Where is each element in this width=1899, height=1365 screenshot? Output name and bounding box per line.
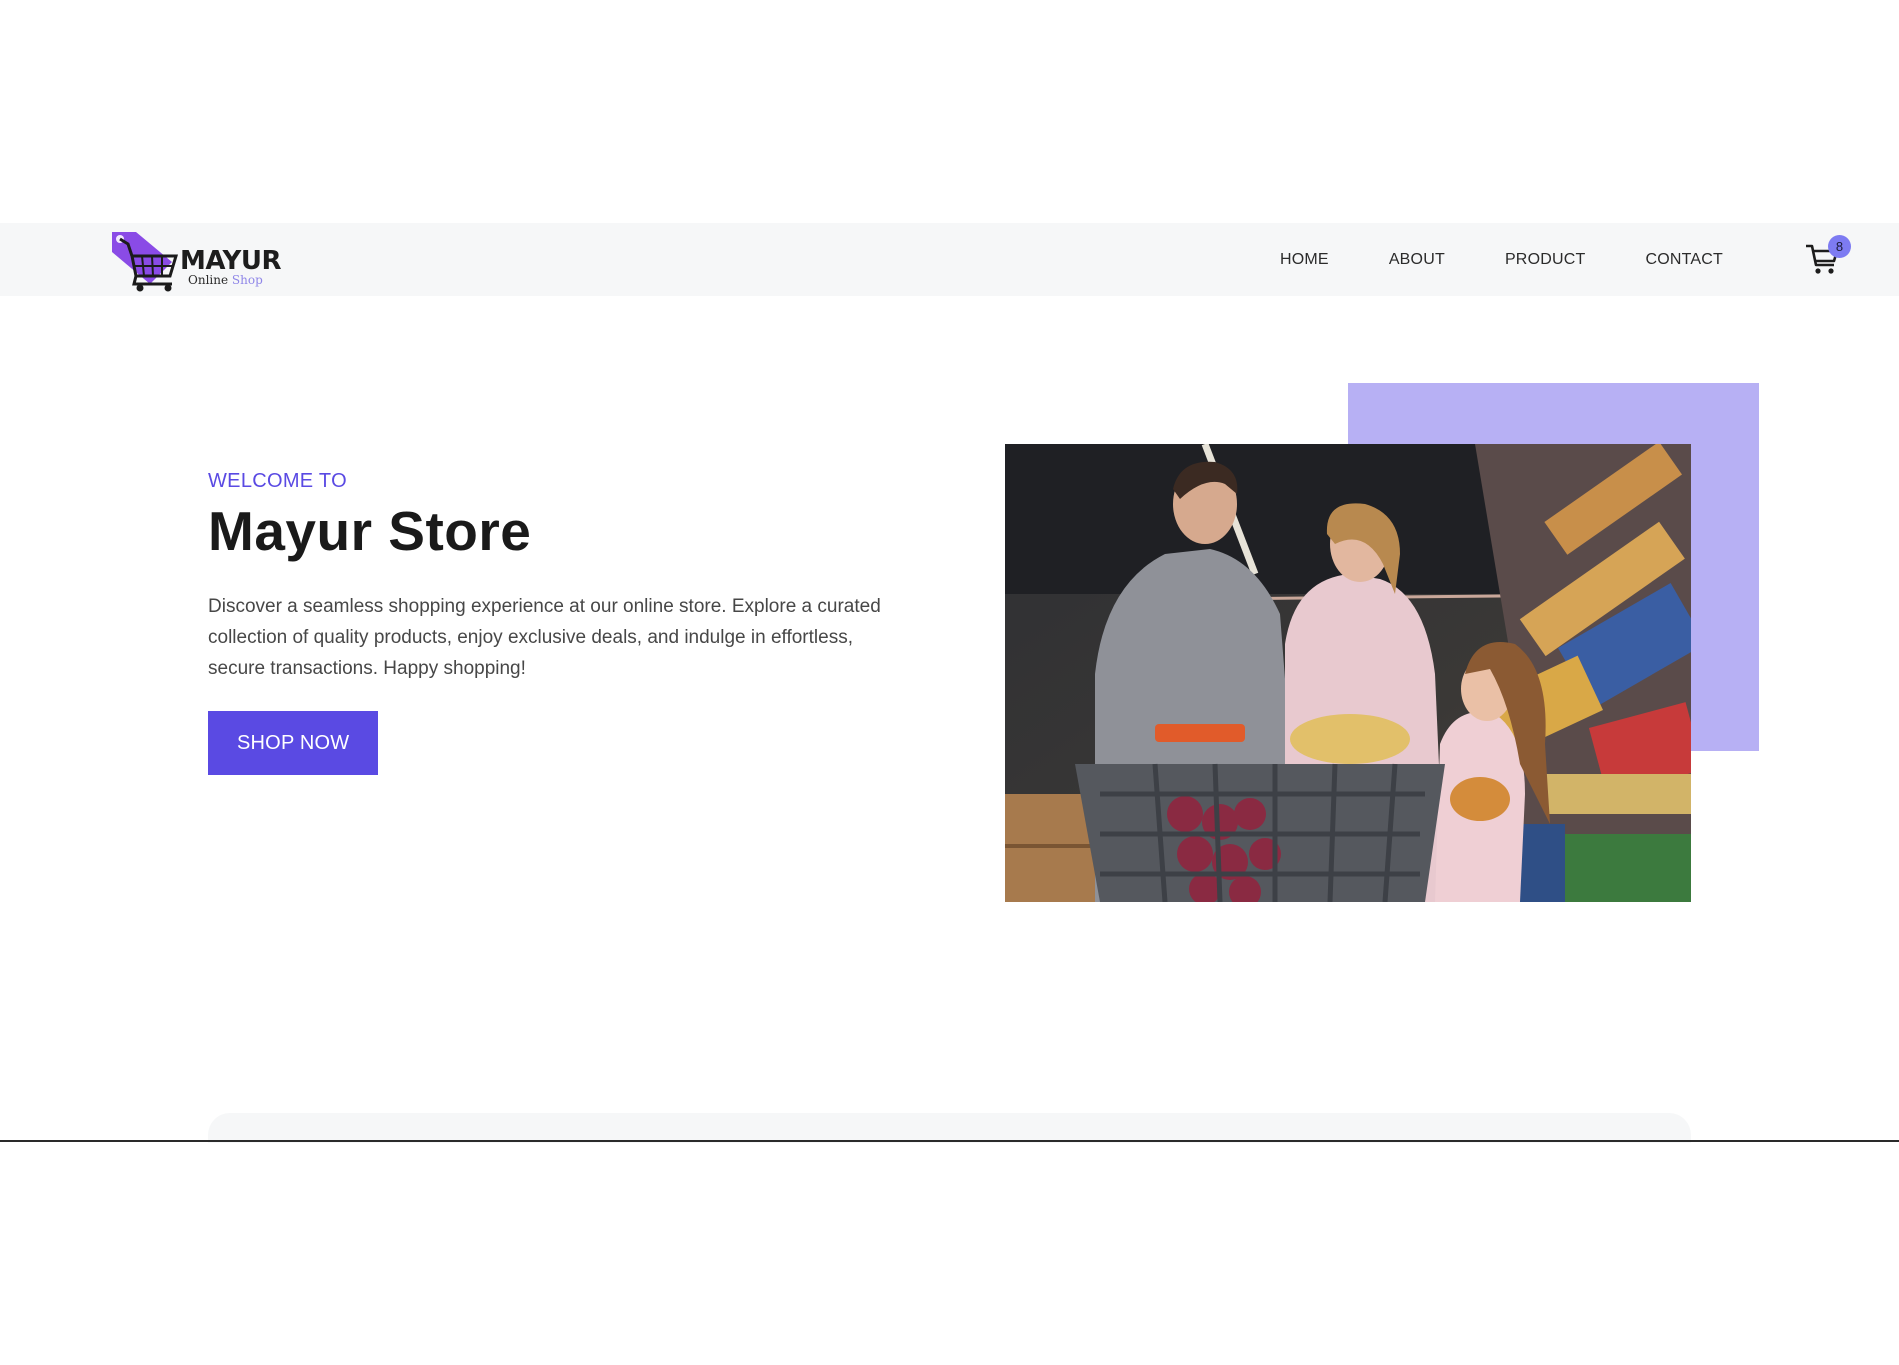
family-shopping-photo	[1005, 444, 1691, 902]
brand-tagline: Online Shop	[188, 273, 263, 287]
hero-text: WELCOME TO Mayur Store Discover a seamle…	[208, 470, 908, 775]
hero-title: Mayur Store	[208, 500, 532, 562]
nav-home[interactable]: HOME	[1280, 251, 1329, 269]
nav-about[interactable]: ABOUT	[1389, 251, 1445, 269]
hero-image-family-shopping	[1005, 444, 1691, 902]
nav-product[interactable]: PRODUCT	[1505, 251, 1586, 269]
navbar: MAYUR Online Shop HOME ABOUT PRODUCT CON…	[0, 223, 1899, 296]
brand-tagline-online: Online	[188, 273, 229, 287]
main-nav: HOME ABOUT PRODUCT CONTACT	[1280, 223, 1723, 296]
hero-description: Discover a seamless shopping experience …	[208, 596, 881, 679]
shop-now-button[interactable]: SHOP NOW	[208, 711, 379, 775]
page-divider	[0, 1140, 1899, 1142]
cart-count-badge: 8	[1828, 235, 1851, 258]
cart-button[interactable]: 8	[1804, 235, 1851, 281]
shopping-tag-cart-icon	[112, 232, 179, 292]
brand-logo[interactable]: MAYUR Online Shop	[108, 226, 288, 292]
nav-contact[interactable]: CONTACT	[1645, 251, 1723, 269]
hero-eyebrow: WELCOME TO	[208, 470, 347, 492]
brand-tagline-shop: Shop	[231, 273, 263, 287]
brand-name: MAYUR	[180, 246, 281, 276]
next-section-card	[208, 1113, 1691, 1143]
